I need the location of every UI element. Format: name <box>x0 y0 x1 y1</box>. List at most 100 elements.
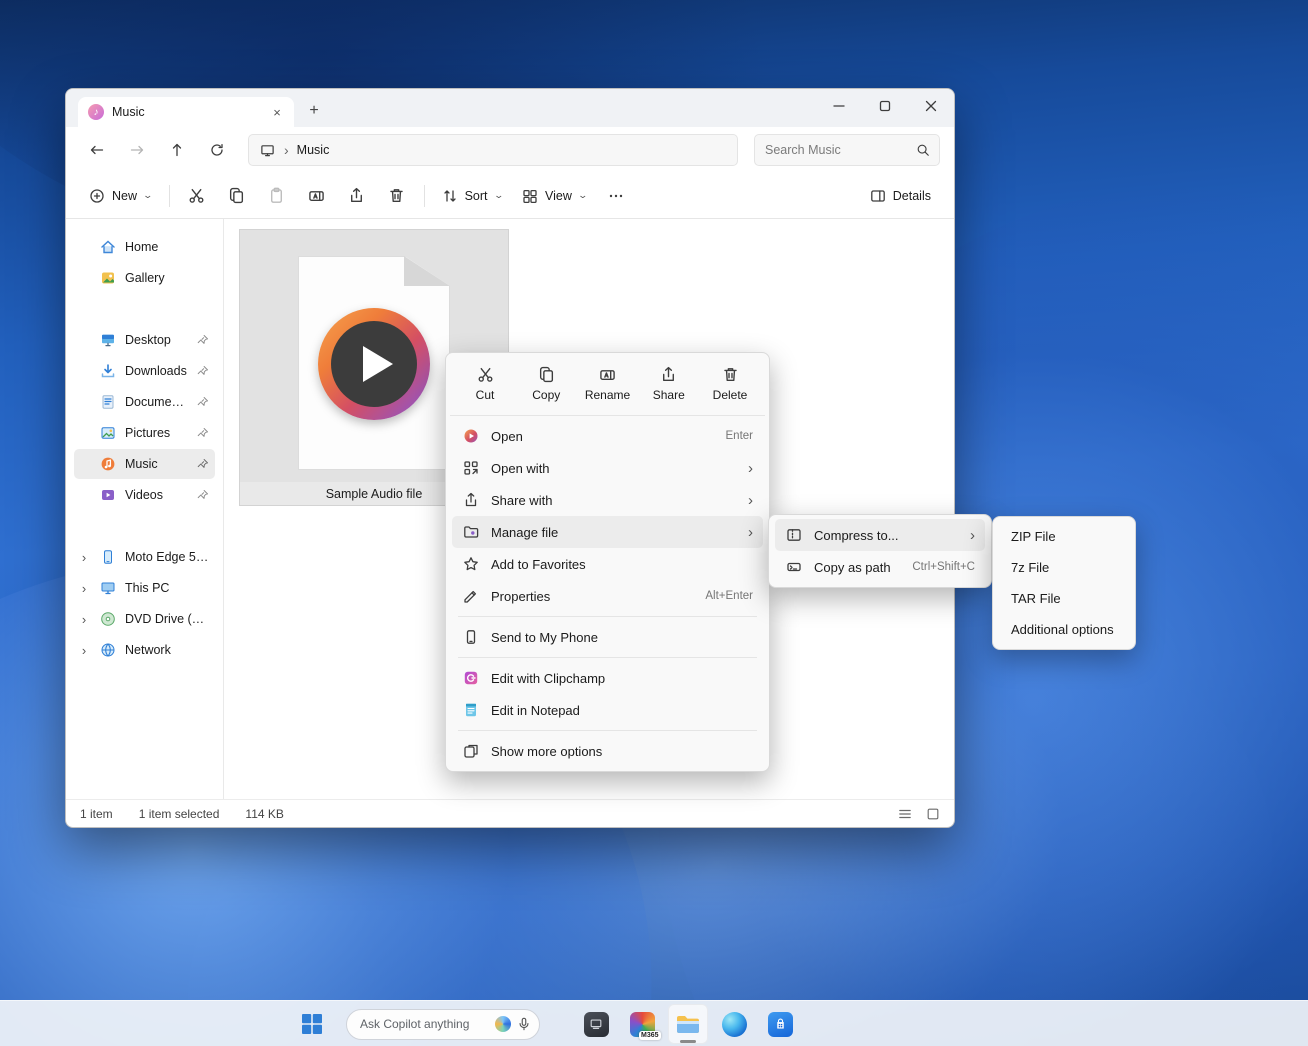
delete-quick-button[interactable]: Delete <box>701 359 759 409</box>
sidebar-item-desktop[interactable]: Desktop <box>74 325 215 355</box>
new-button[interactable]: New ⌄ <box>80 179 161 213</box>
menu-item-share-with[interactable]: Share with › <box>452 484 763 516</box>
share-icon <box>462 492 479 509</box>
phone-outline-icon <box>462 629 479 646</box>
view-button[interactable]: View ⌄ <box>513 179 595 213</box>
device-app-icon[interactable] <box>576 1004 616 1044</box>
menu-item-label: Compress to... <box>814 528 958 543</box>
sidebar-item-downloads[interactable]: Downloads <box>74 356 215 386</box>
file-explorer-taskbar-icon[interactable] <box>668 1004 708 1044</box>
share-quick-button[interactable]: Share <box>640 359 698 409</box>
quick-action-label: Delete <box>713 388 748 402</box>
menu-item-send-to-phone[interactable]: Send to My Phone <box>452 621 763 653</box>
menu-item-show-more-options[interactable]: Show more options <box>452 735 763 767</box>
forward-button[interactable] <box>120 134 154 166</box>
chevron-right-icon: › <box>970 527 975 544</box>
star-icon <box>462 556 479 573</box>
sidebar-item-label: Gallery <box>125 271 209 285</box>
explorer-tab-music[interactable]: ♪ Music × <box>78 97 294 127</box>
close-button[interactable] <box>908 89 954 123</box>
cut-button[interactable] <box>178 179 216 213</box>
address-bar[interactable]: › Music <box>248 134 738 166</box>
cut-quick-button[interactable]: Cut <box>456 359 514 409</box>
quick-action-label: Share <box>653 388 685 402</box>
copilot-icon[interactable] <box>495 1016 511 1032</box>
chevron-expand-icon[interactable]: › <box>78 612 90 627</box>
search-input[interactable] <box>765 143 914 157</box>
menu-item-label: Manage file <box>491 525 736 540</box>
desktop-icon <box>99 332 116 349</box>
quick-action-label: Rename <box>585 388 630 402</box>
tab-close-button[interactable]: × <box>268 103 286 121</box>
chevron-right-icon: › <box>748 492 753 509</box>
sidebar-item-home[interactable]: Home <box>74 232 215 262</box>
menu-item-tar-file[interactable]: TAR File <box>999 583 1129 614</box>
copy-quick-button[interactable]: Copy <box>517 359 575 409</box>
sidebar-item-this-pc[interactable]: › This PC <box>74 573 215 603</box>
sidebar-item-music[interactable]: Music <box>74 449 215 479</box>
chevron-expand-icon[interactable]: › <box>78 643 90 658</box>
minimize-button[interactable] <box>816 89 862 123</box>
copy-button[interactable] <box>218 179 256 213</box>
edge-icon[interactable] <box>714 1004 754 1044</box>
sidebar-item-label: Downloads <box>125 364 188 378</box>
menu-item-label: Additional options <box>1011 622 1117 637</box>
store-icon[interactable] <box>760 1004 800 1044</box>
chevron-expand-icon[interactable]: › <box>78 550 90 565</box>
chevron-right-icon: › <box>284 142 289 158</box>
paste-button[interactable] <box>258 179 296 213</box>
m365-app-icon[interactable]: M365 <box>622 1004 662 1044</box>
microphone-icon[interactable] <box>517 1017 531 1031</box>
menu-item-additional-options[interactable]: Additional options <box>999 614 1129 645</box>
pin-icon <box>197 489 209 501</box>
menu-item-label: Open with <box>491 461 736 476</box>
sidebar-item-dvd-drive[interactable]: › DVD Drive (D:) CCC <box>74 604 215 634</box>
rename-button[interactable] <box>298 179 336 213</box>
menu-item-label: 7z File <box>1011 560 1117 575</box>
sidebar-section-gap <box>70 511 219 541</box>
sidebar-item-documents[interactable]: Documents <box>74 387 215 417</box>
chevron-expand-icon[interactable]: › <box>78 581 90 596</box>
sidebar-item-network[interactable]: › Network <box>74 635 215 665</box>
copilot-search-input[interactable] <box>360 1017 489 1031</box>
details-view-toggle[interactable] <box>898 807 912 821</box>
large-thumbnails-toggle[interactable] <box>926 807 940 821</box>
back-button[interactable] <box>80 134 114 166</box>
sidebar-item-label: DVD Drive (D:) CCC <box>125 612 209 626</box>
menu-item-label: Share with <box>491 493 736 508</box>
copy-path-icon <box>785 559 802 576</box>
new-tab-button[interactable]: + <box>300 97 328 125</box>
sidebar-item-pictures[interactable]: Pictures <box>74 418 215 448</box>
menu-item-compress-to[interactable]: Compress to... › <box>775 519 985 551</box>
menu-item-add-to-favorites[interactable]: Add to Favorites <box>452 548 763 580</box>
menu-item-edit-in-notepad[interactable]: Edit in Notepad <box>452 694 763 726</box>
share-button[interactable] <box>338 179 376 213</box>
sort-button[interactable]: Sort ⌄ <box>433 179 511 213</box>
start-button[interactable] <box>292 1004 332 1044</box>
menu-item-7z-file[interactable]: 7z File <box>999 552 1129 583</box>
sidebar-item-gallery[interactable]: Gallery <box>74 263 215 293</box>
music-note-icon: ♪ <box>88 104 104 120</box>
menu-item-copy-as-path[interactable]: Copy as path Ctrl+Shift+C <box>775 551 985 583</box>
refresh-button[interactable] <box>200 134 234 166</box>
menu-item-open[interactable]: Open Enter <box>452 420 763 452</box>
pin-icon <box>197 334 209 346</box>
sidebar-item-moto-edge[interactable]: › Moto Edge 50 Neo <box>74 542 215 572</box>
home-icon <box>99 239 116 256</box>
delete-button[interactable] <box>378 179 416 213</box>
menu-item-manage-file[interactable]: Manage file › <box>452 516 763 548</box>
menu-item-zip-file[interactable]: ZIP File <box>999 521 1129 552</box>
up-button[interactable] <box>160 134 194 166</box>
sidebar-item-videos[interactable]: Videos <box>74 480 215 510</box>
videos-icon <box>99 487 116 504</box>
menu-item-open-with[interactable]: Open with › <box>452 452 763 484</box>
menu-item-edit-with-clipchamp[interactable]: Edit with Clipchamp <box>452 662 763 694</box>
taskbar-search[interactable] <box>346 1009 540 1040</box>
more-options-button[interactable] <box>597 179 635 213</box>
new-button-label: New <box>112 189 137 203</box>
maximize-button[interactable] <box>862 89 908 123</box>
context-menu: Cut Copy Rename Share Delete Open Enter <box>445 352 770 772</box>
rename-quick-button[interactable]: Rename <box>579 359 637 409</box>
details-button[interactable]: Details <box>861 179 940 213</box>
menu-item-properties[interactable]: Properties Alt+Enter <box>452 580 763 612</box>
